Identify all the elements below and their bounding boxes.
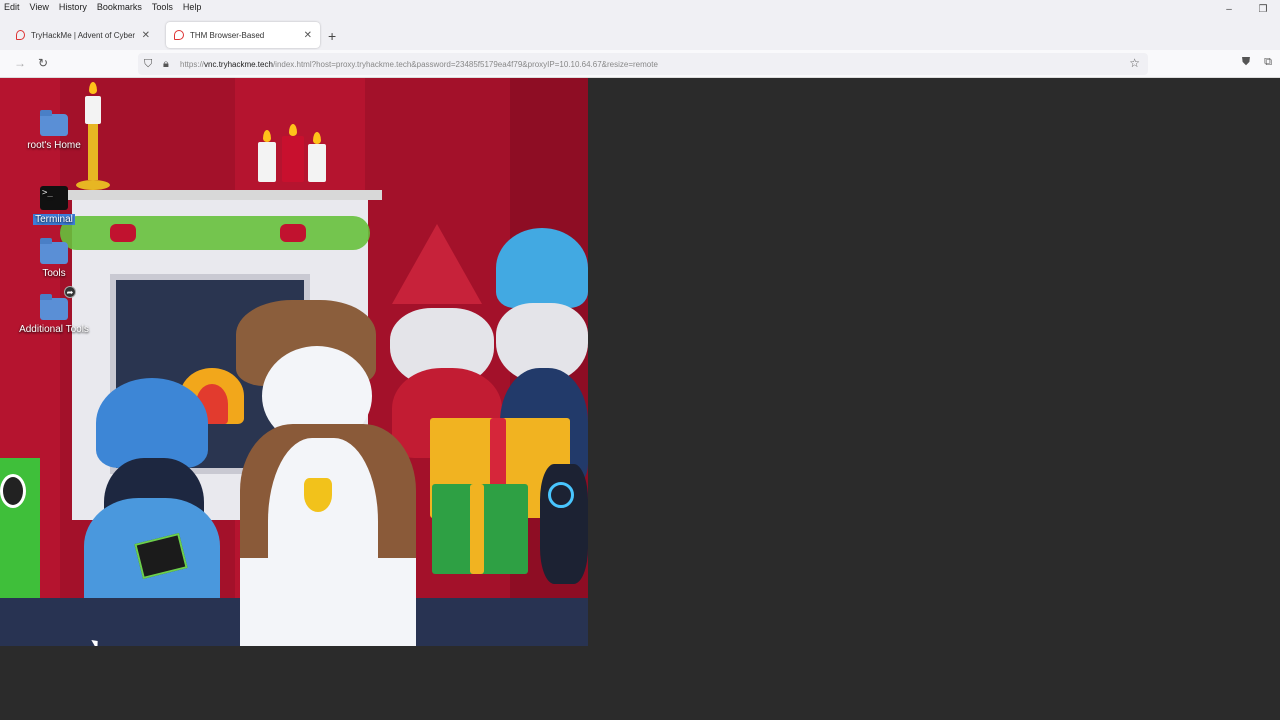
nav-bar: → ↻ ⛉ 🔒︎ https://vnc.tryhackme.tech/inde… <box>0 50 1280 78</box>
flame-illustration <box>263 130 271 142</box>
gnome-hat-illustration <box>496 228 588 308</box>
toolbar-right: ⛊ ⧉ <box>1242 56 1272 69</box>
bookmark-star-icon[interactable]: ☆ <box>1129 56 1140 70</box>
url-host: vnc.tryhackme.tech <box>204 59 273 69</box>
badge-illustration <box>304 478 332 512</box>
lock-icon[interactable]: 🔒︎ <box>163 58 169 71</box>
candle-illustration <box>308 144 326 182</box>
pocket-icon[interactable]: ⛊ <box>1242 56 1250 69</box>
ribbon-illustration <box>470 484 484 574</box>
menu-bookmarks[interactable]: Bookmarks <box>97 2 142 12</box>
bow-illustration <box>280 224 306 242</box>
flame-illustration <box>89 82 97 94</box>
desktop-icon-label: Tools <box>42 268 66 279</box>
desktop-icon-label: Additional Tools <box>19 324 89 335</box>
menu-view[interactable]: View <box>30 2 49 12</box>
desktop-icon-roots-home[interactable]: root's Home <box>14 110 94 151</box>
extensions-icon[interactable]: ⧉ <box>1264 56 1272 69</box>
garland-illustration <box>60 216 370 250</box>
forward-arrow-icon[interactable]: → <box>14 56 26 70</box>
mantel-illustration <box>62 190 382 200</box>
home-folder-icon <box>40 110 68 136</box>
tab-title: TryHackMe | Advent of Cyber 2… <box>31 30 136 40</box>
tryhackme-favicon-icon <box>16 30 26 40</box>
tab-title: THM Browser-Based <box>190 30 265 40</box>
menu-edit[interactable]: Edit <box>4 2 20 12</box>
snowman-body-illustration <box>240 558 416 646</box>
menu-history[interactable]: History <box>59 2 87 12</box>
candle-illustration <box>282 136 304 182</box>
url-bar[interactable]: ⛉ 🔒︎ https://vnc.tryhackme.tech/index.ht… <box>138 53 1148 75</box>
close-icon[interactable]: ✕ <box>142 30 150 41</box>
robot-eye-illustration <box>548 482 574 508</box>
tab-thm-browser[interactable]: THM Browser-Based ✕ <box>166 22 320 48</box>
tab-bar: TryHackMe | Advent of Cyber 2… ✕ THM Bro… <box>0 14 1280 50</box>
terminal-icon: >_ <box>40 186 68 210</box>
elf-goggles-illustration <box>0 474 26 508</box>
tab-tryhackme[interactable]: TryHackMe | Advent of Cyber 2… ✕ <box>8 22 158 48</box>
gnome-hat-illustration <box>392 224 482 304</box>
symlink-arrow-icon: ➦ <box>64 286 76 298</box>
reload-icon[interactable]: ↻ <box>38 56 48 70</box>
tryhackme-favicon-icon <box>174 30 184 40</box>
close-icon[interactable]: ✕ <box>304 30 312 41</box>
flame-illustration <box>313 132 321 144</box>
url-path: /index.html?host=proxy.tryhackme.tech&pa… <box>272 59 658 69</box>
candle-illustration <box>258 142 276 182</box>
desktop-icon-label: Terminal <box>33 214 75 225</box>
remote-desktop[interactable]: root's Home >_ Terminal Tools ➦ Addition… <box>0 78 588 646</box>
menu-bar: Edit View History Bookmarks Tools Help <box>0 0 1280 14</box>
vnc-canvas-area[interactable]: root's Home >_ Terminal Tools ➦ Addition… <box>0 78 1280 720</box>
folder-icon <box>40 294 68 320</box>
wizard-hat-illustration <box>96 378 208 468</box>
bow-illustration <box>110 224 136 242</box>
new-tab-plus-icon[interactable]: + <box>328 28 336 44</box>
shield-icon[interactable]: ⛉ <box>144 58 152 71</box>
desktop-icon-tools[interactable]: Tools <box>14 238 94 279</box>
url-prefix: https:// <box>180 59 205 69</box>
desktop-icon-label: root's Home <box>27 140 81 151</box>
desktop-icon-terminal[interactable]: >_ Terminal <box>14 186 94 225</box>
folder-icon <box>40 238 68 264</box>
menu-tools[interactable]: Tools <box>152 2 173 12</box>
flame-illustration <box>289 124 297 136</box>
desktop-icon-additional-tools[interactable]: Additional Tools <box>14 294 94 335</box>
menu-help[interactable]: Help <box>183 2 202 12</box>
